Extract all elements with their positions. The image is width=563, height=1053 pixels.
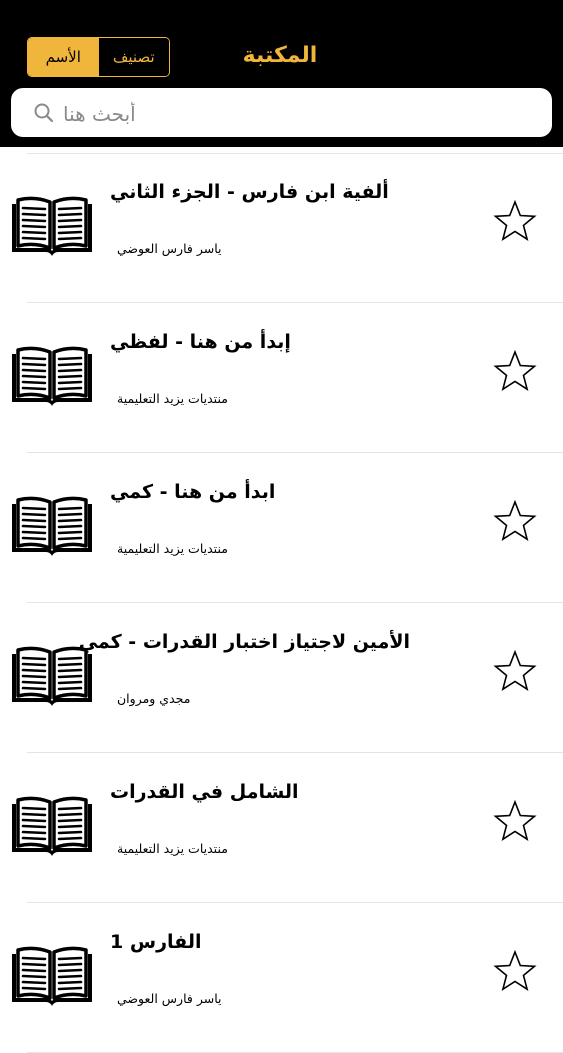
- book-author: ياسر فارس العوضي: [117, 241, 222, 256]
- book-title: الأمين لاجتياز اختبار القدرات - كمي: [78, 631, 410, 653]
- book-author: ياسر فارس العوضي: [117, 991, 222, 1006]
- search-bar[interactable]: [11, 88, 552, 139]
- page-title: المكتبة: [242, 43, 318, 68]
- book-author: منتديات يزيد التعليمية: [117, 541, 228, 556]
- open-book-icon: [12, 646, 92, 706]
- book-title: الفارس 1: [110, 931, 202, 953]
- book-title: ألفية ابن فارس - الجزء الثاني: [110, 181, 389, 203]
- list-item[interactable]: ألفية ابن فارس - الجزء الثاني ياسر فارس …: [0, 153, 563, 303]
- favorite-star-icon[interactable]: [493, 349, 537, 393]
- list-item[interactable]: الفارس 1 ياسر فارس العوضي: [0, 903, 563, 1053]
- list-item[interactable]: إبدأ من هنا - لفظي منتديات يزيد التعليمي…: [0, 303, 563, 453]
- book-author: منتديات يزيد التعليمية: [117, 841, 228, 856]
- open-book-icon: [12, 496, 92, 556]
- sort-by-name-button[interactable]: الأسم: [28, 38, 99, 76]
- search-icon: [34, 103, 54, 123]
- list-item[interactable]: الأمين لاجتياز اختبار القدرات - كمي مجدي…: [0, 603, 563, 753]
- book-title: الشامل في القدرات: [110, 781, 299, 803]
- book-title: إبدأ من هنا - لفظي: [110, 331, 291, 353]
- favorite-star-icon[interactable]: [493, 949, 537, 993]
- open-book-icon: [12, 196, 92, 256]
- book-author: مجدي ومروان: [117, 691, 191, 706]
- search-input[interactable]: [61, 88, 365, 139]
- sort-segmented-control[interactable]: الأسم تصنيف: [27, 37, 170, 77]
- book-title: ابدأ من هنا - كمي: [110, 481, 276, 503]
- favorite-star-icon[interactable]: [493, 499, 537, 543]
- top-bar: الأسم تصنيف المكتبة: [0, 0, 563, 147]
- list-item[interactable]: ابدأ من هنا - كمي منتديات يزيد التعليمية: [0, 453, 563, 603]
- open-book-icon: [12, 946, 92, 1006]
- open-book-icon: [12, 796, 92, 856]
- list-item[interactable]: الشامل في القدرات منتديات يزيد التعليمية: [0, 753, 563, 903]
- open-book-icon: [12, 346, 92, 406]
- favorite-star-icon[interactable]: [493, 199, 537, 243]
- favorite-star-icon[interactable]: [493, 649, 537, 693]
- sort-by-category-button[interactable]: تصنيف: [98, 38, 169, 76]
- favorite-star-icon[interactable]: [493, 799, 537, 843]
- book-author: منتديات يزيد التعليمية: [117, 391, 228, 406]
